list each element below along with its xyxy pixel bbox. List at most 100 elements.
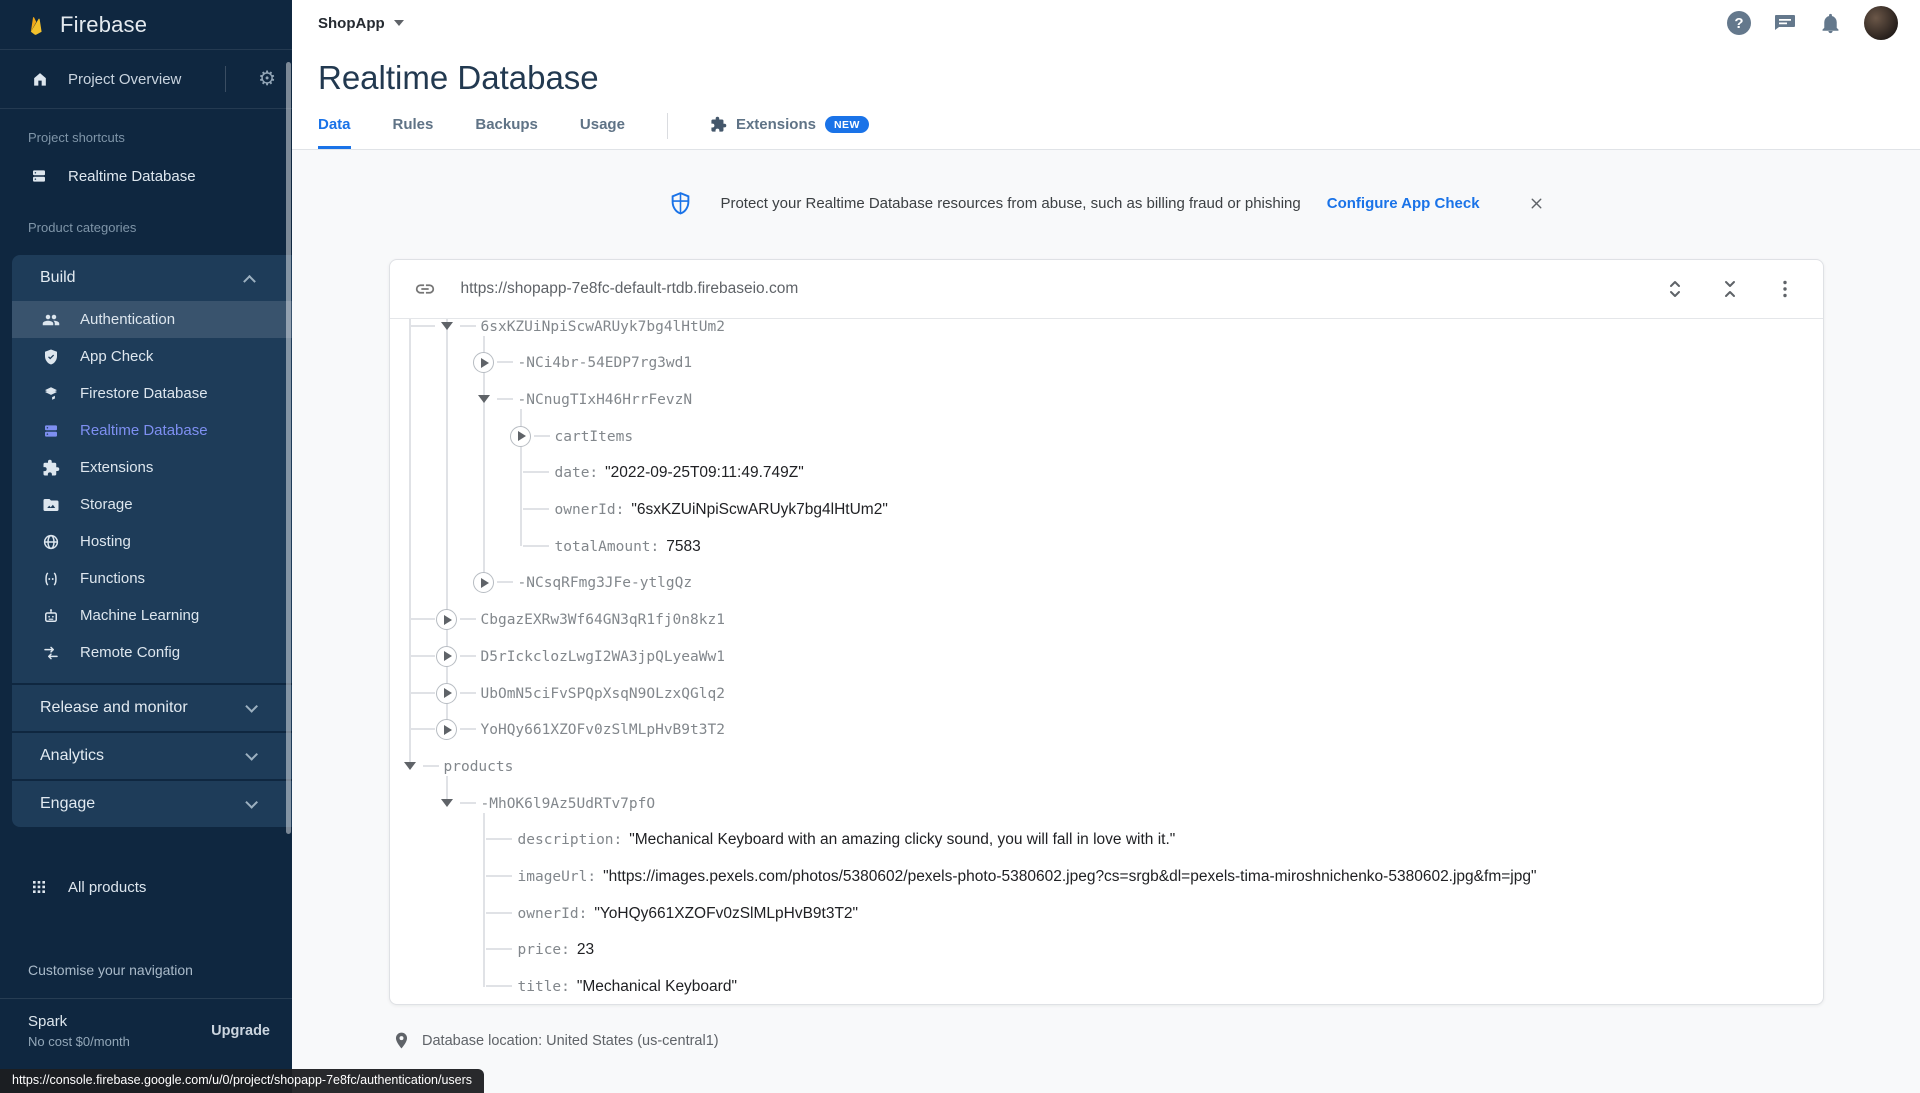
collapsed-toggle-icon[interactable] — [436, 609, 457, 631]
database-url[interactable]: https://shopapp-7e8fc-default-rtdb.fireb… — [461, 280, 1663, 298]
expanded-toggle-icon[interactable] — [403, 761, 416, 770]
puzzle-icon — [710, 116, 727, 133]
tree-node-title[interactable]: title: "Mechanical Keyboard" — [390, 968, 1823, 1004]
tree-node-text: -NCi4br-54EDP7rg3wd1 — [518, 344, 693, 382]
customise-navigation-link[interactable]: Customise your navigation — [0, 962, 292, 978]
tree-node-date[interactable]: date: "2022-09-25T09:11:49.749Z" — [390, 454, 1823, 491]
new-badge: NEW — [824, 116, 869, 133]
tree-node-description[interactable]: description: "Mechanical Keyboard with an… — [390, 821, 1823, 858]
kebab-menu-icon[interactable] — [1773, 277, 1797, 301]
sidebar-item-realtime-database[interactable]: Realtime Database — [12, 412, 292, 449]
sidebar-item-all-products[interactable]: All products — [0, 867, 292, 907]
sidebar-item-authentication[interactable]: Authentication — [12, 301, 292, 338]
sidebar-item-hosting[interactable]: Hosting — [12, 523, 292, 560]
tab-rules[interactable]: Rules — [393, 116, 434, 149]
tree-label: cartItems — [554, 428, 634, 445]
tree-node-ownerid[interactable]: ownerId: "YoHQy661XZOFv0zSlMLpHvB9t3T2" — [390, 895, 1823, 932]
configure-app-check-link[interactable]: Configure App Check — [1327, 195, 1480, 212]
tree-node-totalamount[interactable]: totalAmount: 7583 — [390, 528, 1823, 565]
tree-label: CbgazEXRw3Wf64GN3qR1fj0n8kz1 — [480, 612, 725, 629]
sidebar-item-remote-config[interactable]: Remote Config — [12, 634, 292, 671]
tab-data[interactable]: Data — [318, 116, 351, 149]
tree-connector — [496, 397, 513, 400]
tree-node-text: date: "2022-09-25T09:11:49.749Z" — [555, 454, 804, 492]
tree-node-mhok6l9az5udrtv7pfo[interactable]: -MhOK6l9Az5UdRTv7pfO — [390, 785, 1823, 822]
avatar[interactable] — [1864, 6, 1898, 40]
sidebar-item-extensions[interactable]: Extensions — [12, 449, 292, 486]
folder-icon — [42, 496, 60, 514]
sidebar-section-header-release-and-monitor[interactable]: Release and monitor — [12, 685, 292, 731]
sidebar-item-label: Extensions — [80, 459, 154, 476]
sidebar-item-project-overview[interactable]: Project Overview ⚙ — [0, 50, 292, 109]
tree-node-cartitems[interactable]: cartItems — [390, 418, 1823, 455]
sidebar-section-header-build[interactable]: Build — [12, 255, 292, 301]
tree-key: imageUrl: — [517, 869, 597, 885]
tree-value: 23 — [576, 941, 595, 959]
tree-node-ownerid[interactable]: ownerId: "6sxKZUiNpiScwARUyk7bg4lHtUm2" — [390, 491, 1823, 528]
tree-node-ubomn5cifvspqpxsqn9olzxqglq2[interactable]: UbOmN5ciFvSPQpXsqN9OLzxQGlq2 — [390, 675, 1823, 712]
collapsed-toggle-icon[interactable] — [473, 352, 494, 374]
tree-label: 6sxKZUiNpiScwARUyk7bg4lHtUm2 — [480, 319, 725, 335]
help-icon[interactable]: ? — [1727, 11, 1751, 35]
tree-key: ownerId: — [554, 502, 625, 518]
tree-node-text: title: "Mechanical Keyboard" — [518, 968, 737, 1004]
collapsed-toggle-icon[interactable] — [473, 572, 494, 594]
tree-node-imageurl[interactable]: imageUrl: "https://images.pexels.com/phot… — [390, 858, 1823, 895]
tree-connector — [459, 324, 476, 327]
tree-label: -NCnugTIxH46HrrFevzN — [517, 391, 693, 408]
collapsed-toggle-icon[interactable] — [436, 682, 457, 704]
project-selector[interactable]: ShopApp — [318, 15, 404, 32]
tree-node-6sxkzuinpiscwaruyk7bg4lhtum2[interactable]: 6sxKZUiNpiScwARUyk7bg4lHtUm2 — [390, 319, 1823, 345]
expanded-toggle-icon[interactable] — [440, 798, 453, 807]
sidebar-item-storage[interactable]: Storage — [12, 486, 292, 523]
firebase-logo-text: Firebase — [60, 11, 148, 37]
tab-backups[interactable]: Backups — [475, 116, 538, 149]
functions-icon — [42, 570, 60, 588]
tree-node-cbgazexrw3wf64gn3qr1fj0n8kz1[interactable]: CbgazEXRw3Wf64GN3qR1fj0n8kz1 — [390, 601, 1823, 638]
tree-node-products[interactable]: products — [390, 748, 1823, 785]
tree-node-d5rickclozlwgi2wa3jpqlyeaww1[interactable]: D5rIckclozLwgI2WA3jpQLyeaWw1 — [390, 638, 1823, 675]
sidebar-item-functions[interactable]: Functions — [12, 560, 292, 597]
tree-node-nci4br-54edp7rg3wd1[interactable]: -NCi4br-54EDP7rg3wd1 — [390, 344, 1823, 381]
gear-icon[interactable]: ⚙ — [258, 69, 276, 89]
tree-node-text: YoHQy661XZOFv0zSlMLpHvB9t3T2 — [481, 711, 725, 749]
bell-icon[interactable] — [1819, 12, 1842, 35]
expanded-toggle-icon[interactable] — [477, 394, 490, 403]
tree-key: date: — [554, 465, 599, 482]
tab-usage[interactable]: Usage — [580, 116, 625, 149]
sidebar-section-header-engage[interactable]: Engage — [12, 781, 292, 827]
tree-node-yohqy661xzofv0zslmlphvb9t3t2[interactable]: YoHQy661XZOFv0zSlMLpHvB9t3T2 — [390, 711, 1823, 748]
sidebar-item-machine-learning[interactable]: Machine Learning — [12, 597, 292, 634]
expanded-toggle-icon[interactable] — [440, 321, 453, 330]
sidebar-item-app-check[interactable]: App Check — [12, 338, 292, 375]
tree-node-price[interactable]: price: 23 — [390, 931, 1823, 968]
status-url-tooltip: https://console.firebase.google.com/u/0/… — [0, 1069, 485, 1093]
tree-connector — [459, 691, 476, 694]
tab-label: Rules — [392, 116, 434, 133]
collapsed-toggle-icon[interactable] — [510, 425, 531, 447]
expand-all-icon[interactable] — [1663, 277, 1687, 301]
tree-value: "Mechanical Keyboard" — [576, 978, 737, 996]
sidebar-section-header-analytics[interactable]: Analytics — [12, 733, 292, 779]
tree-node-ncnugtixh46hrrfevzn[interactable]: -NCnugTIxH46HrrFevzN — [390, 381, 1823, 418]
feedback-icon[interactable] — [1773, 11, 1797, 35]
sidebar-item-firestore-database[interactable]: Firestore Database — [12, 375, 292, 412]
sidebar-scrollbar[interactable] — [286, 62, 291, 834]
collapsed-toggle-icon[interactable] — [436, 645, 457, 667]
database-icon — [30, 167, 48, 185]
sidebar-shortcut-realtime-database[interactable]: Realtime Database — [0, 153, 292, 199]
collapsed-toggle-icon[interactable] — [436, 719, 457, 741]
tree-connector — [485, 948, 512, 951]
tree-node-text: 6sxKZUiNpiScwARUyk7bg4lHtUm2 — [481, 319, 725, 346]
firebase-logo[interactable]: Firebase — [0, 0, 292, 50]
chevron-down-icon — [245, 699, 258, 713]
tab-label: Extensions — [735, 116, 816, 133]
tree-node-text: -MhOK6l9Az5UdRTv7pfO — [481, 785, 656, 823]
collapse-all-icon[interactable] — [1718, 277, 1742, 301]
tree-node-ncsqrfmg3jfe-ytlgqz[interactable]: -NCsqRFmg3JFe-ytlgQz — [390, 564, 1823, 601]
plan-cost: No cost $0/month — [28, 1034, 130, 1049]
shield-check-icon — [42, 348, 60, 366]
upgrade-button[interactable]: Upgrade — [211, 1023, 270, 1039]
tab-extensions[interactable]: Extensions NEW — [710, 116, 869, 149]
close-icon[interactable] — [1528, 195, 1545, 212]
